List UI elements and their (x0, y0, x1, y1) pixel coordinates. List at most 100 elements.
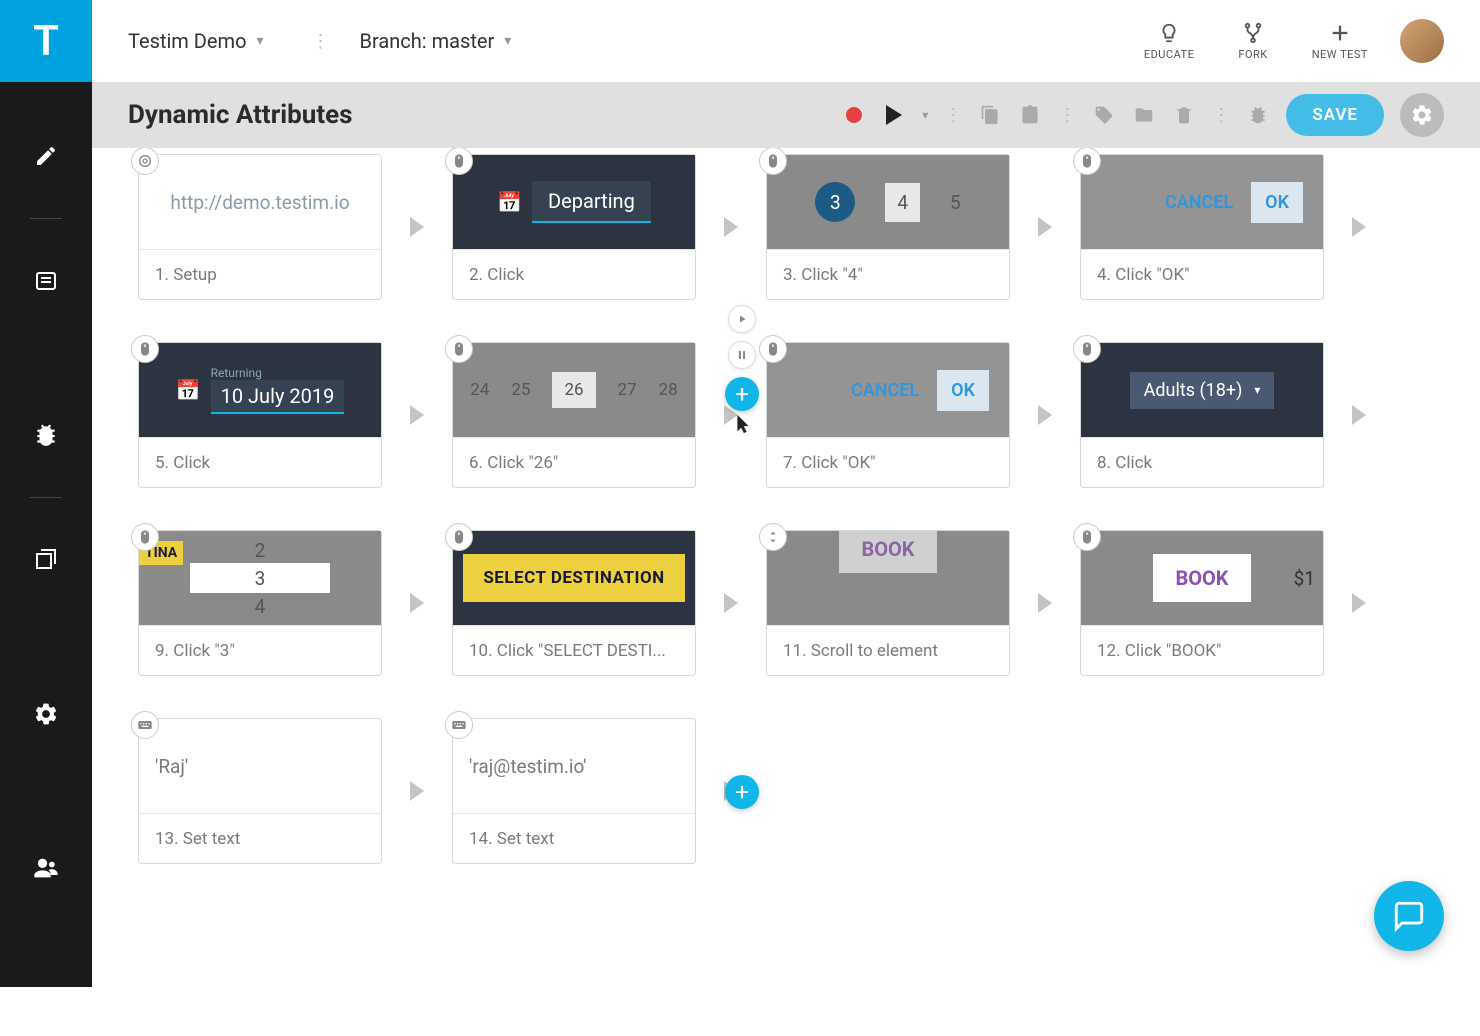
logo[interactable]: T (0, 0, 92, 82)
tag-icon[interactable] (1092, 103, 1116, 127)
step-thumbnail: 2425262728 (453, 343, 695, 437)
step-card[interactable]: SELECT DESTINATION 10. Click "SELECT DES… (452, 530, 696, 676)
bug-toolbar-icon[interactable] (1246, 103, 1270, 127)
record-button[interactable] (842, 103, 866, 127)
add-step-button-end[interactable]: + (725, 775, 759, 809)
step-card[interactable]: 📅Departing 2. Click (452, 154, 696, 300)
project-dropdown[interactable]: Testim Demo ▾ (128, 29, 264, 53)
logo-letter: T (33, 17, 59, 66)
step-thumbnail: http://demo.testim.io (139, 155, 381, 249)
branch-name: Branch: master (360, 29, 495, 53)
users-icon[interactable] (32, 854, 60, 882)
calendar-icon: 📅 (497, 190, 522, 214)
step-thumbnail: 345 (767, 155, 1009, 249)
step-card[interactable]: Adults (18+)▾ 8. Click (1080, 342, 1324, 488)
step-label: 5. Click (139, 437, 381, 487)
step-card[interactable]: 📅Returning10 July 2019 5. Click (138, 342, 382, 488)
step-arrow (1324, 405, 1394, 425)
step-card[interactable]: TINA234 9. Click "3" (138, 530, 382, 676)
separator-dots: ⋮ (1058, 105, 1076, 126)
step-card[interactable]: 'Raj' 13. Set text (138, 718, 382, 864)
steps-canvas: http://demo.testim.io 1. Setup 📅Departin… (92, 148, 1480, 987)
mask-icon[interactable] (32, 1008, 60, 1036)
record-icon (846, 107, 862, 123)
step-label: 13. Set text (139, 813, 381, 863)
plus-icon: + (735, 778, 749, 806)
fork-icon (1242, 22, 1264, 44)
pause-here[interactable] (728, 341, 756, 369)
step-label: 1. Setup (139, 249, 381, 299)
step-type-badge (445, 711, 473, 739)
chevron-down-icon: ▾ (256, 33, 263, 49)
project-name: Testim Demo (128, 29, 246, 53)
step-type-badge (1073, 523, 1101, 551)
paste-icon[interactable] (1018, 103, 1042, 127)
educate-label: EDUCATE (1144, 48, 1195, 61)
step-thumbnail: BOOK (767, 531, 1009, 625)
chat-fab[interactable] (1374, 881, 1444, 951)
step-label: 10. Click "SELECT DESTI... (453, 625, 695, 675)
step-arrow (1010, 405, 1080, 425)
folder-icon[interactable] (1132, 103, 1156, 127)
step-type-badge (759, 148, 787, 175)
step-arrow (1010, 217, 1080, 237)
step-card[interactable]: 'raj@testim.io' 14. Set text (452, 718, 696, 864)
step-card[interactable]: 345 3. Click "4" (766, 154, 1010, 300)
step-thumbnail: CANCELOK (1081, 155, 1323, 249)
step-card[interactable]: CANCELOK 7. Click "OK" (766, 342, 1010, 488)
step-arrow (382, 217, 452, 237)
step-label: 8. Click (1081, 437, 1323, 487)
fork-label: FORK (1238, 48, 1267, 61)
step-type-badge (445, 335, 473, 363)
copy-icon[interactable] (978, 103, 1002, 127)
play-from-here[interactable] (728, 305, 756, 333)
step-label: 7. Click "OK" (767, 437, 1009, 487)
chevron-down-icon: ▾ (504, 33, 511, 49)
pencil-icon[interactable] (32, 142, 60, 170)
step-url-text: http://demo.testim.io (154, 191, 365, 214)
play-button[interactable] (882, 103, 906, 127)
educate-action[interactable]: EDUCATE (1132, 22, 1207, 61)
settings-button[interactable] (1400, 93, 1444, 137)
user-avatar[interactable] (1400, 19, 1444, 63)
fork-action[interactable]: FORK (1226, 22, 1279, 61)
test-toolbar: Dynamic Attributes ▾ ⋮ ⋮ ⋮ SAVE (92, 82, 1480, 148)
step-card[interactable]: BOOK 11. Scroll to element (766, 530, 1010, 676)
step-label: 14. Set text (453, 813, 695, 863)
step-type-badge (445, 523, 473, 551)
step-row: 📅Returning10 July 2019 5. Click 24252627… (138, 342, 1434, 488)
step-thumbnail: 'raj@testim.io' (453, 719, 695, 813)
step-thumbnail: 'Raj' (139, 719, 381, 813)
step-card[interactable]: BOOK$1 12. Click "BOOK" (1080, 530, 1324, 676)
step-thumbnail: 📅Departing (453, 155, 695, 249)
save-button[interactable]: SAVE (1286, 94, 1384, 136)
new-test-action[interactable]: NEW TEST (1300, 22, 1380, 61)
step-label: 3. Click "4" (767, 249, 1009, 299)
settings-icon[interactable] (32, 700, 60, 728)
step-type-badge (131, 148, 159, 175)
step-arrow (1010, 593, 1080, 613)
bug-icon[interactable] (32, 421, 60, 449)
chevron-down-icon[interactable]: ▾ (922, 108, 928, 122)
step-type-badge (131, 335, 159, 363)
step-label: 12. Click "BOOK" (1081, 625, 1323, 675)
step-thumbnail: Adults (18+)▾ (1081, 343, 1323, 437)
step-card[interactable]: http://demo.testim.io 1. Setup (138, 154, 382, 300)
step-card[interactable]: 2425262728 6. Click "26" (452, 342, 696, 488)
play-icon (886, 105, 902, 125)
branch-dropdown[interactable]: Branch: master ▾ (360, 29, 512, 53)
lightbulb-icon (1158, 22, 1180, 44)
step-row: TINA234 9. Click "3" SELECT DESTINATION … (138, 530, 1434, 676)
add-step-button[interactable]: + (725, 377, 759, 411)
insert-controls: + (725, 305, 759, 435)
divider (30, 497, 62, 498)
delete-icon[interactable] (1172, 103, 1196, 127)
divider (30, 218, 62, 219)
step-card[interactable]: CANCELOK 4. Click "OK" (1080, 154, 1324, 300)
step-thumbnail: CANCELOK (767, 343, 1009, 437)
step-thumbnail: TINA234 (139, 531, 381, 625)
library-icon[interactable] (32, 546, 60, 574)
page-title: Dynamic Attributes (128, 100, 353, 130)
list-icon[interactable] (32, 267, 60, 295)
step-row: http://demo.testim.io 1. Setup 📅Departin… (138, 154, 1434, 300)
